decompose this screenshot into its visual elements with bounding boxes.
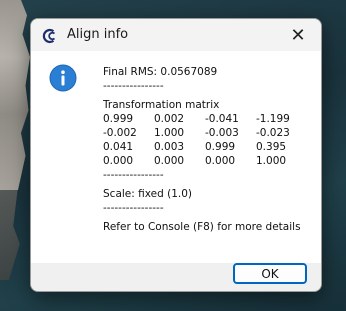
separator-line: ----------------	[103, 202, 164, 214]
matrix-cell: 1.000	[256, 155, 287, 167]
matrix-row: 0.000 0.000 0.000 1.000	[103, 154, 307, 168]
matrix-title: Transformation matrix	[103, 99, 220, 111]
matrix-row: 0.041 0.003 0.999 0.395	[103, 140, 307, 154]
matrix-row: -0.002 1.000 -0.003 -0.023	[103, 126, 307, 140]
scale-line: Scale: fixed (1.0)	[103, 188, 192, 200]
info-icon	[49, 64, 77, 92]
matrix-cell: -0.023	[256, 127, 290, 139]
separator-line: ----------------	[103, 80, 164, 92]
matrix-cell: 0.003	[154, 141, 185, 153]
matrix-cell: 0.395	[256, 141, 287, 153]
matrix-cell: -0.003	[205, 127, 239, 139]
cloudcompare-app-icon	[42, 28, 58, 44]
transformation-matrix: 0.999 0.002 -0.041 -1.199 -0.002 1.000 -…	[103, 112, 307, 168]
dialog-title: Align info	[67, 27, 129, 42]
message-text: Final RMS: 0.0567089 ---------------- Tr…	[103, 65, 307, 234]
matrix-cell: 0.999	[103, 113, 134, 125]
matrix-cell: -0.041	[205, 113, 239, 125]
matrix-cell: 1.000	[154, 127, 185, 139]
matrix-cell: 0.041	[103, 141, 134, 153]
matrix-row: 0.999 0.002 -0.041 -1.199	[103, 112, 307, 126]
matrix-cell: 0.000	[205, 155, 236, 167]
matrix-cell: 0.000	[154, 155, 185, 167]
close-button[interactable]: ✕	[275, 19, 321, 51]
matrix-cell: -1.199	[256, 113, 290, 125]
ok-button[interactable]: OK	[233, 263, 307, 284]
console-note: Refer to Console (F8) for more details	[103, 221, 301, 233]
matrix-cell: 0.000	[103, 155, 134, 167]
close-icon: ✕	[290, 24, 306, 46]
matrix-cell: 0.999	[205, 141, 236, 153]
dialog-titlebar: Align info ✕	[31, 19, 321, 51]
separator-line: ----------------	[103, 169, 164, 181]
rms-line: Final RMS: 0.0567089	[103, 66, 218, 78]
message-area: Final RMS: 0.0567089 ---------------- Tr…	[31, 51, 321, 263]
matrix-cell: 0.002	[154, 113, 185, 125]
align-info-dialog: Align info ✕ Final RMS: 0.0567089 ------…	[30, 18, 322, 292]
matrix-cell: -0.002	[103, 127, 137, 139]
